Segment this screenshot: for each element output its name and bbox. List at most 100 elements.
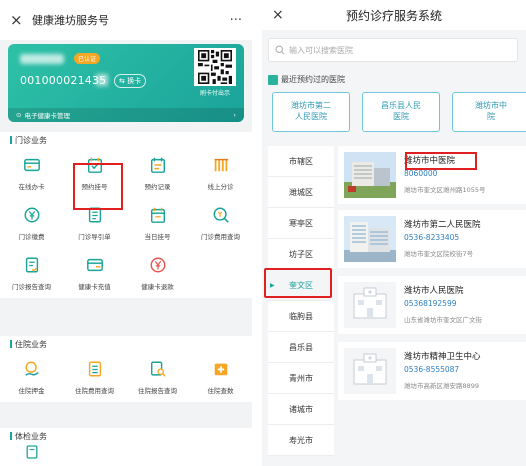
district-item[interactable]: 寿光市 bbox=[268, 425, 334, 456]
district-label: 青州市 bbox=[289, 373, 313, 383]
service-refund[interactable]: 健康卡退款 bbox=[126, 248, 189, 298]
hospital-photo bbox=[344, 216, 396, 262]
hospital-phone[interactable]: 05368192599 bbox=[404, 299, 457, 308]
recent-hospital-chip[interactable]: 潍坊市第二 人民医院 bbox=[272, 92, 350, 132]
hospital-phone[interactable]: 0536-8233405 bbox=[404, 233, 459, 242]
hospital-card[interactable]: 潍坊市人民医院 05368192599 山东省潍坊市奎文区广文街 bbox=[338, 276, 526, 334]
service-label: 线上分诊 bbox=[207, 183, 234, 191]
district-item[interactable]: 潍城区 bbox=[268, 177, 334, 208]
district-item[interactable]: 市辖区 bbox=[268, 146, 334, 177]
district-label: 诸城市 bbox=[289, 404, 313, 414]
hospital-name: 潍坊市精神卫生中心 bbox=[404, 352, 481, 362]
hospital-name-highlight-box bbox=[405, 152, 477, 170]
service-deposit[interactable]: 住院押金 bbox=[0, 352, 63, 402]
qr-code-icon[interactable] bbox=[194, 48, 236, 86]
report-icon bbox=[22, 255, 42, 275]
refund-icon bbox=[148, 255, 168, 275]
outpatient-section: 门诊业务 在线办卡 预约挂号 预约记录 线上分诊 门诊缴费 门诊导引单 当日挂号… bbox=[0, 132, 252, 298]
service-inpatient-check[interactable]: 住院查数 bbox=[189, 352, 252, 402]
district-item[interactable]: 诸城市 bbox=[268, 394, 334, 425]
district-item[interactable]: 青州市 bbox=[268, 363, 334, 394]
recent-hospital-chip[interactable]: 昌乐县人民 医院 bbox=[362, 92, 440, 132]
bars-icon bbox=[211, 155, 231, 175]
hospital-card[interactable]: 潍坊市第二人民医院 0536-8233405 潍坊市奎文区院校街7号 bbox=[338, 210, 526, 268]
switch-card-button[interactable]: ⇆ 换卡 bbox=[114, 74, 147, 88]
section-bar bbox=[10, 432, 12, 440]
recent-hospital-chip[interactable]: 潍坊市中 院 bbox=[452, 92, 526, 132]
close-icon[interactable]: × bbox=[272, 7, 296, 23]
left-header: × 健康潍坊服务号 ··· bbox=[0, 0, 252, 40]
hospital-photo bbox=[344, 152, 396, 198]
service-inpatient-report[interactable]: 住院报告查询 bbox=[126, 352, 189, 402]
district-highlight-box bbox=[264, 268, 332, 298]
district-item[interactable]: 坊子区 bbox=[268, 239, 334, 270]
hospital-phone[interactable]: 0536-8555087 bbox=[404, 365, 459, 374]
inpatient-section: 住院业务 住院押金 住院费用查询 住院报告查询 住院查数 bbox=[0, 336, 252, 402]
outpatient-grid: 在线办卡 预约挂号 预约记录 线上分诊 门诊缴费 门诊导引单 当日挂号 门诊费用… bbox=[0, 148, 252, 298]
service-fee-query[interactable]: 门诊费用查询 bbox=[189, 198, 252, 248]
hospital-name: 潍坊市人民医院 bbox=[404, 286, 464, 296]
hospital-address: 潍坊市高新区潍安路8899 bbox=[404, 382, 480, 390]
qr-caption: 刷卡付出示 bbox=[199, 90, 230, 97]
service-label: 健康卡退款 bbox=[141, 283, 174, 291]
service-label: 门诊报告查询 bbox=[12, 283, 51, 291]
ledger-icon bbox=[85, 359, 105, 379]
section-title-text: 住院业务 bbox=[15, 339, 47, 349]
close-icon[interactable]: × bbox=[10, 11, 30, 29]
district-label: 市辖区 bbox=[289, 156, 313, 166]
service-today[interactable]: 当日挂号 bbox=[126, 198, 189, 248]
service-label: 住院费用查询 bbox=[75, 387, 114, 395]
service-online-card[interactable]: 在线办卡 bbox=[0, 148, 63, 198]
service-label: 门诊导引单 bbox=[78, 233, 111, 241]
deposit-icon bbox=[22, 359, 42, 379]
page-title: 预约诊疗服务系统 bbox=[345, 8, 442, 23]
hospital-phone[interactable]: 8060000 bbox=[404, 169, 437, 178]
district-item[interactable]: 临朐县 bbox=[268, 301, 334, 332]
more-icon[interactable]: ··· bbox=[230, 13, 242, 28]
health-card[interactable]: 已认证 001000021435 ⇆ 换卡 刷卡付出示 ⊙ 电子健康卡管理 › bbox=[8, 44, 244, 122]
service-inpatient-fee[interactable]: 住院费用查询 bbox=[63, 352, 126, 402]
district-item[interactable]: 寒亭区 bbox=[268, 208, 334, 239]
section-bar bbox=[10, 136, 12, 144]
search-input[interactable]: 输入可以搜索医院 bbox=[268, 38, 518, 62]
service-label: 门诊费用查询 bbox=[201, 233, 240, 241]
search-icon bbox=[275, 45, 285, 55]
hospital-address: 潍坊市奎文区潍州路1055号 bbox=[404, 186, 486, 194]
service-records[interactable]: 预约记录 bbox=[126, 148, 189, 198]
district-label: 寿光市 bbox=[289, 435, 313, 445]
service-label: 住院查数 bbox=[207, 387, 234, 395]
district-list: 市辖区 潍城区 寒亭区 坊子区 ▶ 奎文区 临朐县 昌乐县 青州市 诸城市 寿光市 bbox=[268, 146, 334, 456]
section-bar bbox=[10, 340, 12, 348]
card-manage-label: 电子健康卡管理 bbox=[24, 112, 70, 120]
search-yen-icon bbox=[211, 205, 231, 225]
report-search-icon bbox=[148, 359, 168, 379]
chevron-right-icon: › bbox=[233, 111, 236, 119]
district-item[interactable]: 昌乐县 bbox=[268, 332, 334, 363]
district-label: 潍城区 bbox=[289, 187, 313, 197]
clock-icon: ⊙ bbox=[16, 111, 22, 119]
recent-hospital-list: 潍坊市第二 人民医院 昌乐县人民 医院 潍坊市中 院 bbox=[272, 92, 526, 132]
hospital-placeholder-icon bbox=[344, 348, 396, 394]
recent-title: 最近预约过的医院 bbox=[281, 75, 345, 84]
service-label: 住院报告查询 bbox=[138, 387, 177, 395]
district-label: 坊子区 bbox=[289, 249, 313, 259]
service-label: 健康卡充值 bbox=[78, 283, 111, 291]
health-service-panel: × 健康潍坊服务号 ··· 已认证 001000021435 ⇆ 换卡 刷卡付出… bbox=[0, 0, 252, 466]
service-triage[interactable]: 线上分诊 bbox=[189, 148, 252, 198]
service-label: 在线办卡 bbox=[18, 183, 45, 191]
hospital-card[interactable]: 潍坊市精神卫生中心 0536-8555087 潍坊市高新区潍安路8899 bbox=[338, 342, 526, 400]
yen-icon bbox=[22, 205, 42, 225]
service-report[interactable]: 门诊报告查询 bbox=[0, 248, 63, 298]
medical-kit-icon bbox=[211, 359, 231, 379]
hospital-address: 山东省潍坊市奎文区广文街 bbox=[404, 316, 482, 324]
service-recharge[interactable]: 健康卡充值 bbox=[63, 248, 126, 298]
page-title: 健康潍坊服务号 bbox=[32, 14, 109, 27]
service-label: 预约记录 bbox=[144, 183, 171, 191]
card-manage-link[interactable]: ⊙ 电子健康卡管理 › bbox=[8, 108, 244, 122]
hospital-placeholder-icon bbox=[344, 282, 396, 328]
appointment-panel: × 预约诊疗服务系统 输入可以搜索医院 最近预约过的医院 潍坊市第二 人民医院 … bbox=[262, 0, 526, 466]
service-payment[interactable]: 门诊缴费 bbox=[0, 198, 63, 248]
section-title: 住院业务 bbox=[0, 336, 252, 352]
inpatient-grid: 住院押金 住院费用查询 住院报告查询 住院查数 bbox=[0, 352, 252, 402]
masked-name bbox=[20, 54, 64, 64]
